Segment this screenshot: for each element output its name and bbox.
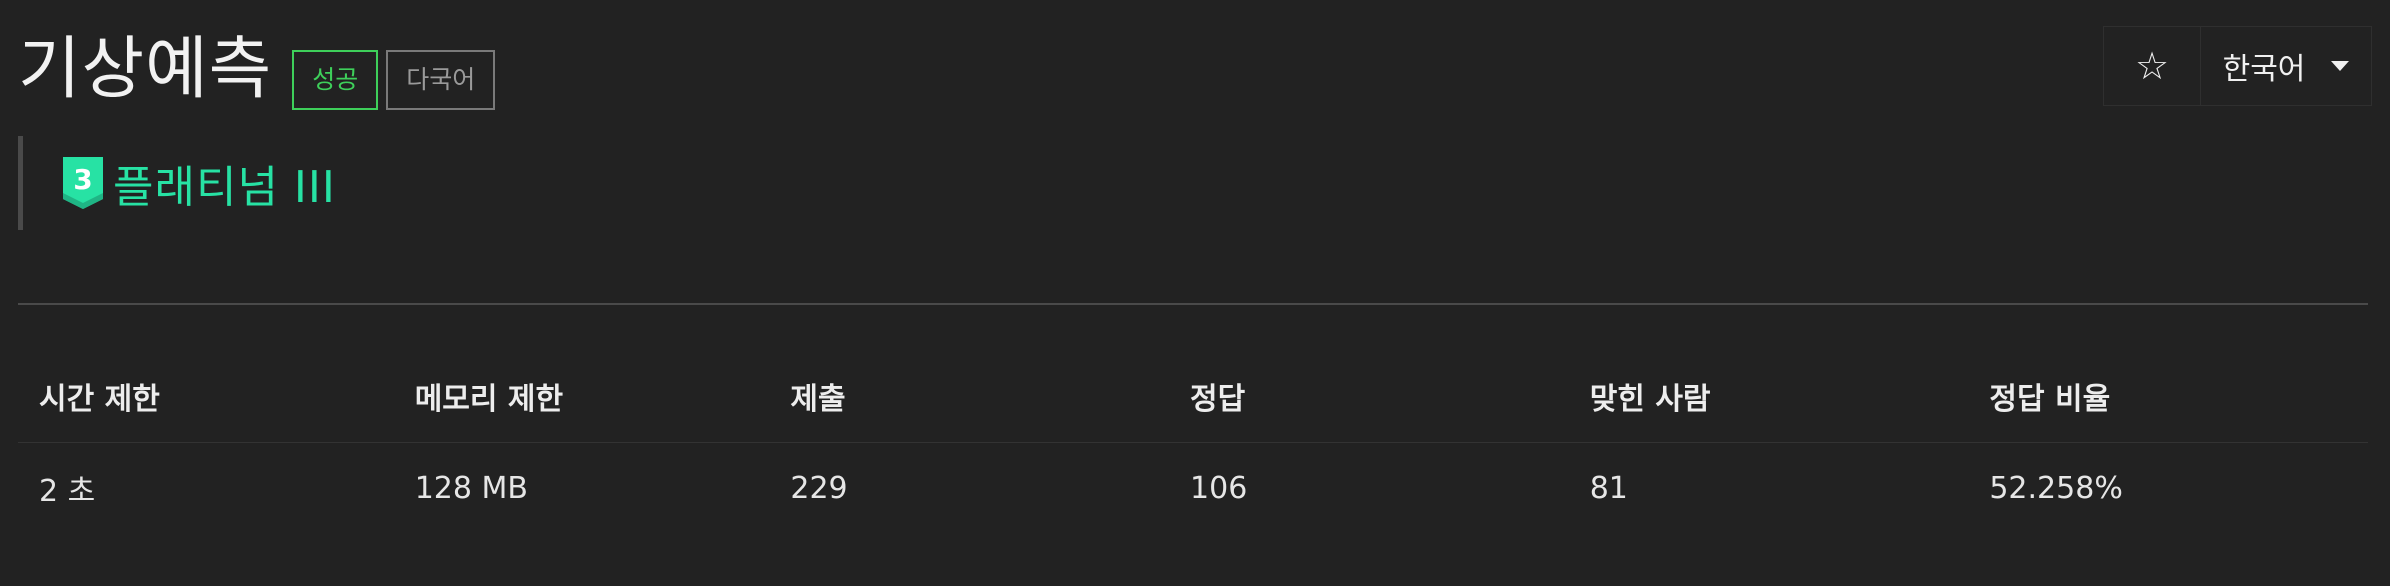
multilang-badge[interactable]: 다국어 [386, 50, 496, 110]
table-header-cell: 맞힌 사람 [1589, 382, 1711, 417]
platinum-tier-icon: 3 [63, 157, 103, 209]
table-header-cell: 정답 비율 [1989, 382, 2111, 417]
success-badge[interactable]: 성공 [292, 50, 379, 110]
tier-level-number: 3 [73, 163, 92, 196]
table-header-cell: 메모리 제한 [414, 382, 564, 417]
submissions-value: 229 [790, 470, 848, 506]
star-icon: ☆ [2134, 44, 2170, 88]
table-row: 2 초 128 MB 229 106 81 52.258% [18, 443, 2368, 533]
table-header-row: 시간 제한 메모리 제한 제출 정답 맞힌 사람 정답 비율 [18, 350, 2368, 443]
problem-controls: ☆ 한국어 [2103, 26, 2372, 106]
solved-users-value: 81 [1589, 470, 1628, 506]
problem-info-table: 시간 제한 메모리 제한 제출 정답 맞힌 사람 정답 비율 2 초 128 M… [18, 350, 2368, 533]
table-header-cell: 시간 제한 [39, 382, 160, 417]
problem-page: 기상예측 성공 다국어 ☆ 한국어 3 플래티넘 III 시간 제한 메모리 제… [0, 0, 2390, 586]
divider [18, 303, 2368, 305]
language-select[interactable]: 한국어 [2201, 27, 2371, 105]
title-row: 기상예측 성공 다국어 [18, 22, 496, 118]
favorite-star-button[interactable]: ☆ [2104, 27, 2201, 105]
accept-ratio-value: 52.258% [1989, 470, 2123, 506]
problem-title: 기상예측 [18, 30, 273, 109]
chevron-down-icon [2331, 61, 2350, 71]
time-limit-value: 2 초 [39, 474, 96, 509]
table-header-cell: 정답 [1190, 382, 1246, 417]
tier-block: 3 플래티넘 III [18, 136, 336, 230]
language-select-value: 한국어 [2222, 52, 2306, 87]
tier-label[interactable]: 플래티넘 III [113, 151, 336, 215]
memory-limit-value: 128 MB [414, 470, 528, 506]
accepted-value: 106 [1190, 470, 1248, 506]
table-header-cell: 제출 [790, 382, 846, 417]
